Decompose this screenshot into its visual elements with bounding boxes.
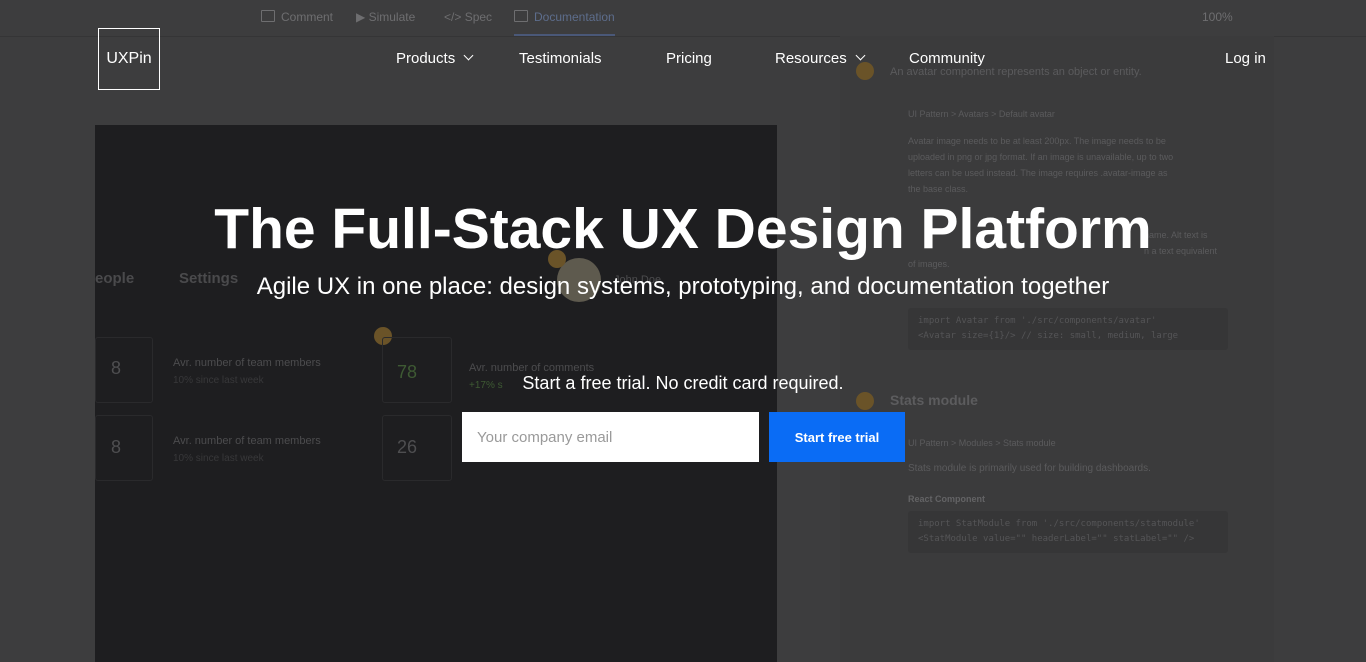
- bg-docs-section-title: Stats module: [890, 392, 978, 408]
- hero-title: The Full-Stack UX Design Platform: [214, 197, 1152, 261]
- bg-docs-paragraph: Avatar image needs to be at least 200px.…: [908, 136, 1174, 194]
- bg-comment-tool: Comment: [261, 10, 333, 24]
- bg-simulate-tool: ▶ Simulate: [356, 10, 415, 24]
- comment-icon: [261, 10, 275, 22]
- nav-pricing[interactable]: Pricing: [666, 50, 712, 67]
- bg-docs-subtitle: React Component: [908, 494, 986, 504]
- bg-documentation-tool: Documentation: [514, 10, 615, 36]
- code-icon: </>: [444, 10, 465, 24]
- bg-tool-label: Simulate: [368, 10, 416, 24]
- bg-docs-breadcrumb: UI Pattern > Avatars > Default avatar: [908, 109, 1055, 119]
- nav-resources[interactable]: Resources: [775, 50, 866, 67]
- bg-docs-badge: [856, 392, 874, 410]
- background-screenshot: Comment ▶ Simulate </> Spec Documentatio…: [0, 0, 1366, 662]
- bg-tool-label: Spec: [464, 10, 493, 24]
- bg-toolbar: Comment ▶ Simulate </> Spec Documentatio…: [0, 0, 1366, 37]
- nav-products-label: Products: [396, 50, 456, 67]
- hero-subtitle: Agile UX in one place: design systems, p…: [256, 273, 1110, 300]
- email-input[interactable]: [462, 412, 759, 462]
- bg-code-block: import Avatar from './src/components/ava…: [908, 308, 1228, 350]
- bg-code-block: import StatModule from './src/components…: [908, 511, 1228, 553]
- bg-stat-sub: 10% since last week: [173, 453, 264, 464]
- nav-testimonials-label: Testimonials: [519, 50, 602, 67]
- chevron-down-icon: [855, 50, 866, 61]
- bg-stat-label: Avr. number of team members: [173, 357, 321, 369]
- start-free-trial-button[interactable]: Start free trial: [769, 412, 905, 462]
- bg-stat-value: 26: [397, 437, 418, 457]
- nav-pricing-label: Pricing: [666, 50, 712, 67]
- bg-tool-label: Documentation: [534, 10, 615, 24]
- bg-spec-tool: </> Spec: [444, 10, 492, 24]
- logo-text: UXPin: [106, 50, 152, 67]
- nav-community-label: Community: [909, 50, 985, 67]
- bg-zoom-level: 100%: [1202, 10, 1233, 24]
- bg-stat-value: 8: [111, 437, 122, 457]
- trial-text: Start a free trial. No credit card requi…: [522, 373, 844, 393]
- bg-docs-paragraph: Stats module is primarily used for build…: [908, 463, 1151, 474]
- uxpin-logo[interactable]: UXPin: [98, 28, 160, 90]
- nav-resources-label: Resources: [775, 50, 847, 67]
- nav-community[interactable]: Community: [909, 50, 985, 67]
- nav-testimonials[interactable]: Testimonials: [519, 50, 602, 67]
- login-link[interactable]: Log in: [1225, 50, 1266, 67]
- bg-card: [95, 415, 153, 481]
- play-icon: ▶: [356, 10, 369, 24]
- chevron-down-icon: [463, 50, 474, 61]
- bg-docs-breadcrumb: UI Pattern > Modules > Stats module: [908, 438, 1056, 448]
- bg-stat-label: Avr. number of team members: [173, 435, 321, 447]
- document-icon: [514, 10, 528, 22]
- nav-products[interactable]: Products: [396, 50, 474, 67]
- bg-tool-label: Comment: [281, 10, 334, 24]
- login-label: Log in: [1225, 50, 1266, 67]
- bg-docs-intro: An avatar component represents an object…: [890, 66, 1142, 78]
